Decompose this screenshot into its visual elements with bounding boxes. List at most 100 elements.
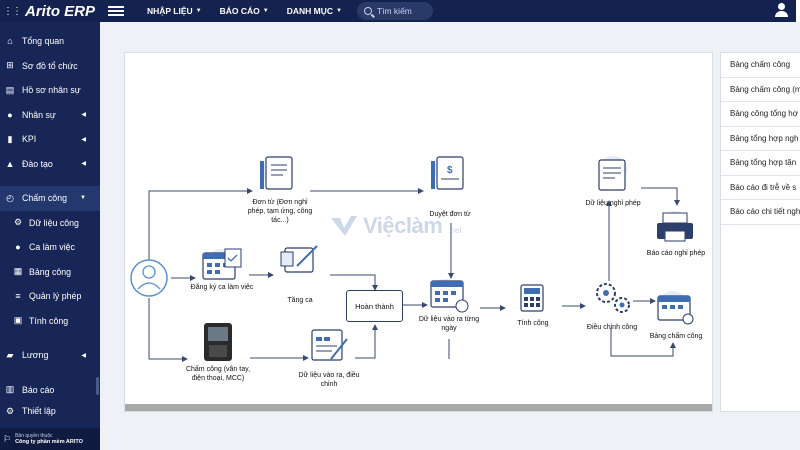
- node-bao-cao-nghi-phep: Báo cáo nghỉ phép: [646, 250, 706, 257]
- table-icon: ▦: [13, 266, 23, 277]
- node-du-lieu-vao-ra-tung-ngay: Dữ liệu vào ra từng ngày: [418, 316, 480, 332]
- node-tang-ca: Tăng ca: [287, 297, 313, 304]
- daily-attendance-icon: [430, 279, 469, 313]
- node-cham-cong: Chấm công (vân tay, điện thoại, MCC): [185, 366, 251, 382]
- sidebar-item-tong-quan[interactable]: ⌂ Tổng quan: [0, 29, 100, 54]
- sidebar-item-cham-cong[interactable]: ◴ Chấm công ▼: [0, 186, 100, 211]
- sidebar-item-label: Ca làm việc: [29, 242, 75, 253]
- watermark-logo-icon: [331, 216, 357, 236]
- sidebar-item-label: Tính công: [29, 315, 69, 326]
- profile-icon: ▤: [5, 84, 15, 95]
- node-bang-cham-cong: Bảng chấm công: [649, 333, 703, 340]
- money-icon: ▰: [6, 349, 14, 360]
- brand-name: Arito ERP: [25, 2, 96, 20]
- caret-down-icon: ▼: [262, 8, 269, 14]
- report-list-panel: Bảng chấm công Bảng chấm công (m Bảng cô…: [720, 52, 800, 412]
- sidebar: ⌂ Tổng quan ⊞ Sơ đồ tổ chức ▤ Hồ sơ nhân sự…: [0, 22, 100, 450]
- sidebar-item-ho-so-nhan-su[interactable]: ▤ Hồ sơ nhân sự: [0, 78, 100, 103]
- settings-icon: ⚙: [5, 405, 15, 416]
- node-du-lieu-vao-ra-dieu-chinh: Dữ liệu vào ra, điều chỉnh: [298, 372, 360, 388]
- sidebar-item-label: Bảng công: [29, 266, 72, 277]
- report-icon: ▥: [5, 384, 15, 395]
- search-input[interactable]: [376, 6, 427, 16]
- report-link[interactable]: Bảng tổng hợp tăn: [721, 151, 800, 176]
- report-link[interactable]: Báo cáo đi trễ về s: [721, 176, 800, 200]
- home-icon: ⌂: [7, 36, 13, 47]
- gear-icon: ⚙: [13, 217, 23, 228]
- request-form-icon: [260, 156, 293, 190]
- top-menu: NHẬP LIỆU ▼ BÁO CÁO ▼ DANH MỤC ▼: [138, 6, 351, 16]
- timesheet-icon: [657, 291, 694, 325]
- sidebar-subitem-tinh-cong[interactable]: ▣ Tính công: [0, 309, 100, 334]
- node-dieu-chinh-cong: Điều chỉnh công: [586, 324, 638, 331]
- apps-grid-icon[interactable]: ⋮⋮: [3, 6, 22, 17]
- report-link[interactable]: Báo cáo chi tiết ngh: [721, 200, 800, 225]
- printer-icon: [657, 211, 693, 242]
- search-icon: [363, 7, 372, 15]
- sidebar-item-label: Lương: [22, 350, 49, 361]
- node-dang-ky-ca: Đăng ký ca làm việc: [190, 284, 254, 291]
- footer-line-2: Công ty phần mềm ARITO: [15, 438, 83, 445]
- sidebar-item-label: Báo cáo: [22, 384, 55, 395]
- menu-bao-cao[interactable]: BÁO CÁO ▼: [211, 6, 278, 16]
- report-link[interactable]: Bảng công tổng hợ: [721, 102, 800, 127]
- report-link[interactable]: Bảng tổng hợp ngh: [721, 127, 800, 151]
- report-link[interactable]: Bảng chấm công (m: [721, 78, 800, 102]
- calculator-icon: [520, 284, 544, 312]
- user-avatar-icon[interactable]: [774, 3, 788, 17]
- chevron-left-icon: ◀: [81, 352, 86, 359]
- sidebar-item-dao-tao[interactable]: ▲ Đào tạo ◀: [0, 152, 100, 177]
- sidebar-subitem-ca-lam-viec[interactable]: ● Ca làm việc: [0, 235, 100, 260]
- sidebar-item-nhan-su[interactable]: ● Nhân sự ◀: [0, 103, 100, 128]
- sidebar-item-so-do-to-chuc[interactable]: ⊞ Sơ đồ tổ chức: [0, 54, 100, 79]
- sidebar-scrollbar[interactable]: [96, 377, 99, 395]
- window-edge: [796, 0, 800, 22]
- sidebar-subitem-bang-cong[interactable]: ▦ Bảng công: [0, 260, 100, 285]
- node-hoan-thanh: Hoàn thành: [346, 290, 403, 322]
- calc-icon: ▣: [13, 315, 23, 326]
- clock-icon: ◴: [6, 192, 14, 203]
- chevron-left-icon: ◀: [81, 161, 86, 168]
- menu-label: NHẬP LIỆU: [147, 6, 193, 16]
- search-box[interactable]: [356, 2, 433, 20]
- menu-toggle-icon[interactable]: [108, 6, 124, 16]
- sidebar-footer: ⚐ Bản quyền thuộc Công ty phần mềm ARITO: [0, 428, 100, 450]
- sidebar-item-label: Tổng quan: [22, 36, 65, 47]
- gears-icon: [596, 283, 630, 313]
- copyright-icon: ⚐: [3, 433, 12, 444]
- sidebar-item-label: Thiết lập: [22, 406, 56, 417]
- app-logo[interactable]: ⋮⋮ Arito ERP: [0, 0, 100, 22]
- caret-down-icon: ▼: [195, 8, 202, 14]
- sidebar-item-label: Đào tạo: [22, 158, 53, 169]
- report-link[interactable]: Bảng chấm công: [721, 53, 800, 78]
- sidebar-item-thiet-lap[interactable]: ⚙ Thiết lập: [0, 399, 100, 424]
- node-duyet-don-tu: Duyệt đơn từ: [429, 211, 471, 218]
- person-icon: ●: [7, 109, 13, 120]
- sidebar-item-kpi[interactable]: ▮ KPI ◀: [0, 127, 100, 152]
- sidebar-subitem-quan-ly-phep[interactable]: ≡ Quản lý phép: [0, 284, 100, 309]
- sidebar-item-label: Dữ liệu công: [29, 217, 79, 228]
- employee-icon: [130, 259, 168, 297]
- top-bar: ⋮⋮ Arito ERP NHẬP LIỆU ▼ BÁO CÁO ▼ DANH MỤ…: [0, 0, 800, 22]
- sidebar-item-luong[interactable]: ▰ Lương ◀: [0, 343, 100, 368]
- sidebar-subitem-du-lieu-cong[interactable]: ⚙ Dữ liệu công: [0, 211, 100, 236]
- menu-danh-muc[interactable]: DANH MỤC ▼: [278, 6, 351, 16]
- menu-label: BÁO CÁO: [219, 6, 260, 16]
- svg-text:$: $: [447, 165, 453, 176]
- caret-down-icon: ▼: [335, 8, 342, 14]
- workflow-diagram-card: $ Việclàm .net Đơn từ (Đơn nghỉ phép, tạ…: [124, 52, 713, 412]
- menu-nhap-lieu[interactable]: NHẬP LIỆU ▼: [138, 6, 211, 16]
- sidebar-item-label: Hồ sơ nhân sự: [22, 85, 81, 96]
- overtime-icon: [280, 245, 318, 273]
- leave-data-icon: [598, 156, 627, 191]
- graduation-icon: ▲: [5, 158, 15, 169]
- sidebar-item-label: Quản lý phép: [29, 291, 82, 302]
- node-du-lieu-nghi-phep: Dữ liệu nghỉ phép: [585, 200, 641, 207]
- horizontal-scrollbar[interactable]: [125, 404, 712, 411]
- chevron-down-icon: ▼: [80, 195, 86, 202]
- sidebar-item-label: Chấm công: [22, 193, 67, 204]
- kpi-icon: ▮: [7, 133, 13, 144]
